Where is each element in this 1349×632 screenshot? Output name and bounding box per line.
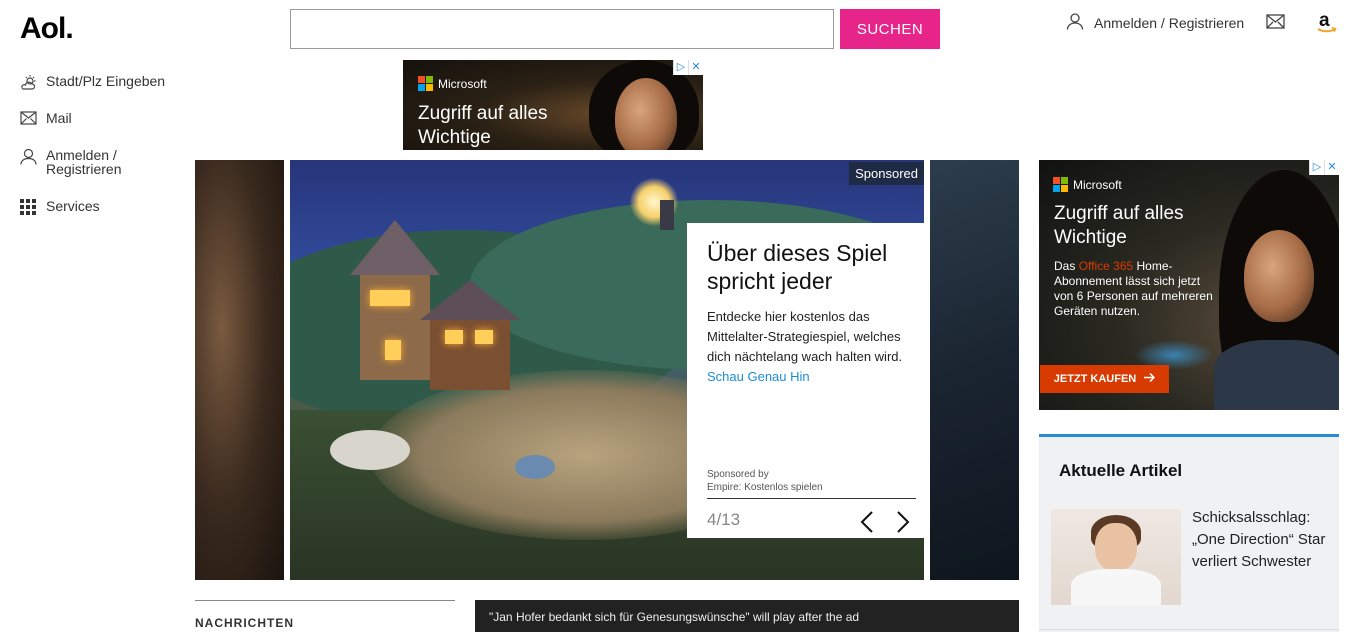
sidebar-item-label: Stadt/Plz Eingeben [46,73,166,89]
microsoft-logo-icon [418,76,433,91]
microsoft-logo: Microsoft [418,76,487,91]
top-ad-banner[interactable]: Microsoft Zugriff auf alles Wichtige ▷ ✕ [403,60,703,150]
carousel-next-slide[interactable] [930,160,1019,580]
ad-cta-button[interactable]: JETZT KAUFEN [1040,365,1169,393]
thumb-shirt [1071,569,1161,605]
divider [195,600,455,601]
slide-window [475,330,493,344]
ad-brand: Microsoft [438,76,487,91]
ad-body-text: Das Office 365 Home-Abonnement lässt sic… [1054,259,1219,319]
sidebar-item-services[interactable]: Services [20,199,100,217]
article-headline[interactable]: Schicksalsschlag: „One Direction“ Star v… [1192,507,1332,573]
slide-well [515,455,555,479]
chevron-right-icon[interactable] [895,510,911,539]
search-button[interactable]: SUCHEN [840,9,940,49]
slide-window [385,340,401,360]
aktuelle-artikel-panel: Aktuelle Artikel Schicksalsschlag: „One … [1039,434,1339,632]
carousel-info-card: Über dieses Spiel spricht jeder Entdecke… [687,223,925,538]
aol-logo[interactable]: Aol. [20,12,74,46]
news-section-label[interactable]: NACHRICHTEN [195,616,294,630]
ad-headline: Zugriff auf alles Wichtige [418,102,548,150]
aktuelle-artikel-title: Aktuelle Artikel [1059,461,1183,480]
chevron-left-icon[interactable] [859,510,875,539]
ad-brand: Microsoft [1073,177,1122,192]
card-sponsor: Sponsored by Empire: Kostenlos spielen [707,468,823,494]
slide-window [445,330,463,344]
amazon-icon[interactable]: a [1316,10,1338,39]
card-divider [707,498,916,499]
sponsored-tag: Sponsored [849,162,924,185]
user-icon [20,148,37,167]
sidebar-item-label: Services [46,198,100,214]
login-register-link[interactable]: Anmelden / Registrieren [1066,12,1244,33]
card-title[interactable]: Über dieses Spiel spricht jeder [707,239,905,295]
ad-person-body [1214,340,1339,410]
divider [1039,629,1339,630]
card-description: Entdecke hier kostenlos das Mittelalter-… [707,309,903,364]
mail-icon [20,111,37,127]
slide-sheep [330,430,410,470]
sidebar-item-label: Anmelden / Registrieren [46,148,121,176]
weather-icon [20,74,37,93]
sidebar-item-label: Mail [46,110,72,126]
microsoft-logo: Microsoft [1053,177,1122,192]
grid-icon [20,199,37,217]
adchoices-icon[interactable]: ▷ ✕ [1309,160,1339,175]
search-input[interactable] [290,9,834,49]
microsoft-logo-icon [1053,177,1068,192]
ad-person-face [615,78,677,150]
adchoices-icon[interactable]: ▷ ✕ [673,60,703,75]
sidebar-item-login[interactable]: Anmelden / Registrieren [20,148,121,176]
ad-body-prefix: Das [1054,259,1079,273]
slide-window [370,290,410,306]
slide-house [430,310,510,390]
ad-headline-line1: Zugriff auf alles [418,103,548,124]
carousel-prev-slide[interactable] [195,160,284,580]
ad-headline: Zugriff auf alles Wichtige [1054,202,1184,250]
slide-counter: 4/13 [707,510,741,529]
svg-text:a: a [1319,10,1330,31]
card-link[interactable]: Schau Genau Hin [707,367,905,387]
ad-cta-label: JETZT KAUFEN [1053,373,1137,385]
login-register-label: Anmelden / Registrieren [1094,14,1245,31]
ad-headline-line2: Wichtige [1054,227,1127,248]
ad-headline-line1: Zugriff auf alles [1054,203,1184,224]
slide-house [360,270,430,380]
sidebar-item-label-line2: Registrieren [46,161,122,177]
side-ad-banner[interactable]: Microsoft Zugriff auf alles Wichtige Das… [1039,160,1339,410]
ad-headline-line2: Wichtige [418,127,491,148]
slide-tower [660,200,674,230]
sponsor-name[interactable]: Empire: Kostenlos spielen [707,481,823,494]
article-thumbnail[interactable] [1051,509,1181,605]
mail-icon[interactable] [1266,14,1285,34]
sidebar-item-weather[interactable]: Stadt/Plz Eingeben [20,74,165,93]
ad-body-highlight: Office 365 [1078,259,1134,273]
thumb-face [1095,523,1137,571]
video-caption-bar[interactable]: "Jan Hofer bedankt sich für Genesungswün… [475,600,1019,632]
sidebar-item-mail[interactable]: Mail [20,111,72,127]
arrow-right-icon [1144,372,1156,385]
sponsored-by-label: Sponsored by [707,469,769,480]
ad-person-face [1244,230,1314,322]
user-icon [1066,12,1084,33]
